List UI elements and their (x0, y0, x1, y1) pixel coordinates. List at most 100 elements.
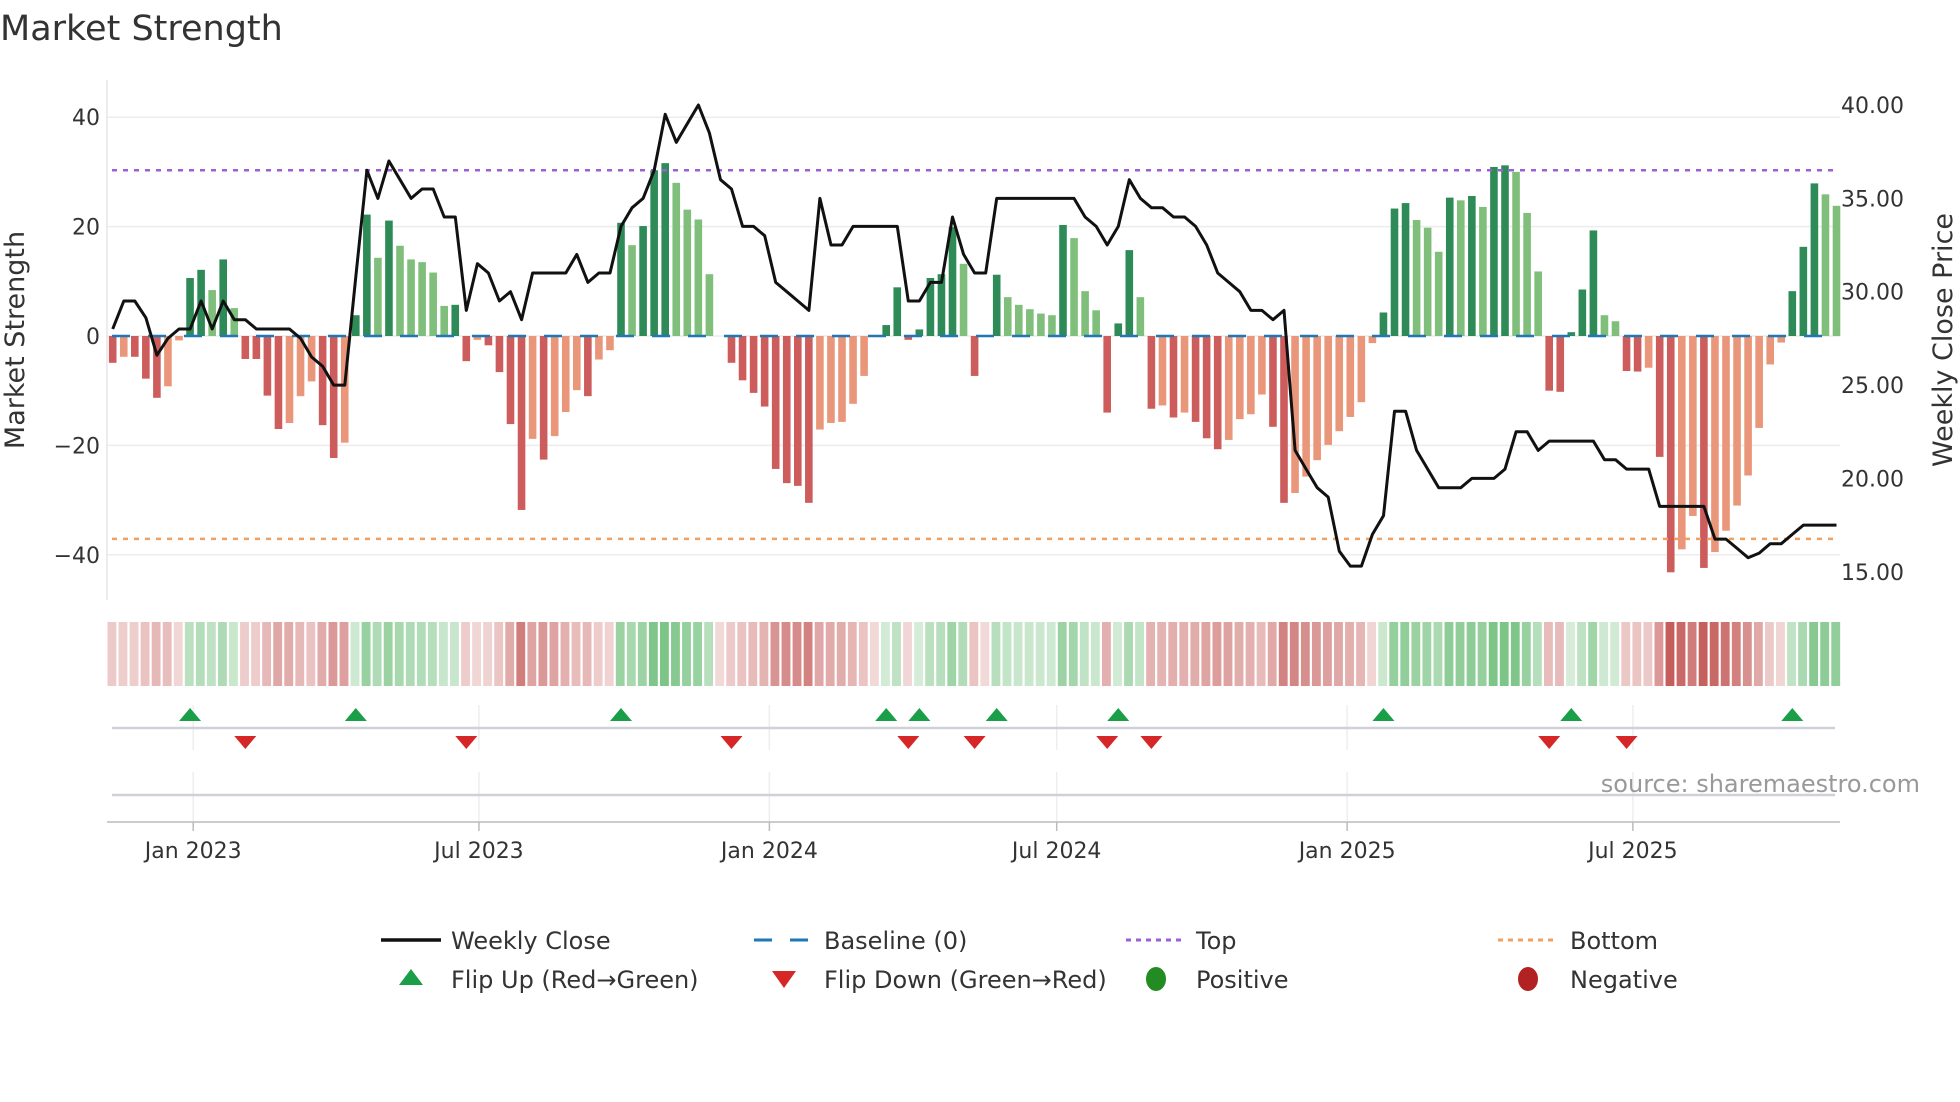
positive-bar (1125, 250, 1134, 336)
legend-item: Flip Up (Red→Green) (399, 966, 699, 994)
heat-cell (317, 622, 327, 686)
positive-bar (1468, 195, 1476, 336)
heat-cell (284, 622, 294, 686)
market-strength-chart: Market Strength 40 20 0 −20 −40 40.00 35.00 30… (0, 9, 1959, 994)
heat-cell (1135, 622, 1144, 686)
positive-bar (1390, 208, 1399, 336)
heat-cell (1046, 622, 1056, 686)
heat-cell (969, 622, 979, 686)
flip-up-marker (179, 708, 202, 721)
heat-cell (1798, 622, 1807, 686)
positive-bar (1479, 206, 1487, 336)
heat-cell (936, 622, 946, 686)
heat-cell (1024, 622, 1034, 686)
positive-bar (1401, 203, 1410, 336)
strength-heat-strip (107, 622, 1841, 686)
heat-cell (162, 622, 172, 686)
negative-bar (1236, 336, 1244, 420)
heat-cell (1289, 622, 1299, 686)
heat-cell (1168, 622, 1178, 686)
y2-tick-label: 40.00 (1841, 94, 1904, 119)
legend-item: Top (1126, 927, 1237, 955)
flip-up-marker (985, 708, 1008, 721)
positive-bar (893, 287, 902, 336)
positive-bar (451, 304, 460, 336)
negative-bar (1324, 336, 1332, 445)
heat-cell (295, 622, 305, 686)
heat-cell (1665, 622, 1675, 686)
positive-bar (1379, 312, 1388, 336)
positive-bar (1600, 315, 1609, 336)
heat-cell (1057, 622, 1067, 686)
heat-cell (1389, 622, 1399, 686)
heat-cell (671, 622, 680, 686)
heat-cell (229, 622, 238, 686)
positive-bar (1092, 310, 1100, 336)
negative-bar (1224, 336, 1233, 440)
heat-cell (869, 622, 879, 686)
negative-bar (318, 336, 327, 426)
heat-cell (825, 622, 835, 686)
heat-cell (1079, 622, 1089, 686)
legend-item: Negative (1518, 966, 1678, 994)
positive-bar (661, 163, 669, 336)
heat-cell (648, 622, 658, 686)
heat-cell (925, 622, 935, 686)
positive-bar (1114, 323, 1123, 336)
heat-cell (328, 622, 338, 686)
heat-cell (1709, 622, 1719, 686)
positive-bar (1523, 212, 1531, 336)
heat-cell (759, 622, 769, 686)
positive-bar (1799, 246, 1808, 336)
heat-cell (439, 622, 448, 686)
heat-cell (1002, 622, 1012, 686)
flip-up-marker (1372, 708, 1395, 721)
heat-cell (903, 622, 912, 686)
heat-cell (571, 622, 581, 686)
negative-bar (561, 336, 570, 413)
heat-cell (1643, 622, 1653, 686)
negative-bar (329, 336, 338, 458)
legend-item: Bottom (1498, 927, 1658, 955)
positive-bar (1501, 165, 1509, 336)
heat-cell (416, 622, 426, 686)
heat-cell (361, 622, 371, 686)
heat-cell (173, 622, 183, 686)
negative-bar (1269, 336, 1277, 427)
negative-bar (595, 336, 603, 360)
negative-bar (1666, 336, 1675, 573)
heat-cell (1654, 622, 1664, 686)
legend-label: Positive (1196, 966, 1289, 994)
negative-bar (175, 336, 183, 341)
positive-bar (1026, 309, 1034, 336)
positive-bar (1490, 166, 1498, 336)
x-tick-label: Jan 2023 (143, 839, 242, 864)
negative-bar (838, 336, 846, 422)
negative-bar (794, 336, 802, 486)
heat-cell (726, 622, 736, 686)
positive-bar (1788, 291, 1797, 336)
y-tick-label: −40 (54, 544, 100, 569)
heat-cell (582, 622, 592, 686)
heat-cell (1499, 622, 1509, 686)
flip-down-marker (1538, 736, 1561, 749)
negative-bar (1180, 336, 1189, 413)
negative-bar (1678, 336, 1686, 550)
negative-bar (849, 336, 857, 404)
heat-cell (737, 622, 747, 686)
strength-bars (108, 163, 1841, 573)
heat-cell (472, 622, 481, 686)
negative-bar (1247, 336, 1255, 415)
heat-cell (1190, 622, 1200, 686)
positive-bar (374, 257, 382, 336)
negative-bar (1633, 336, 1642, 372)
heat-cell (914, 622, 923, 686)
negative-bar (1258, 336, 1266, 395)
heat-cell (306, 622, 316, 686)
positive-bar (1445, 197, 1454, 336)
heat-cell (1632, 622, 1642, 686)
heat-cell (1776, 622, 1785, 686)
flip-down-marker (897, 736, 920, 749)
positive-bar (440, 305, 448, 336)
positive-circle-icon (1146, 967, 1166, 991)
